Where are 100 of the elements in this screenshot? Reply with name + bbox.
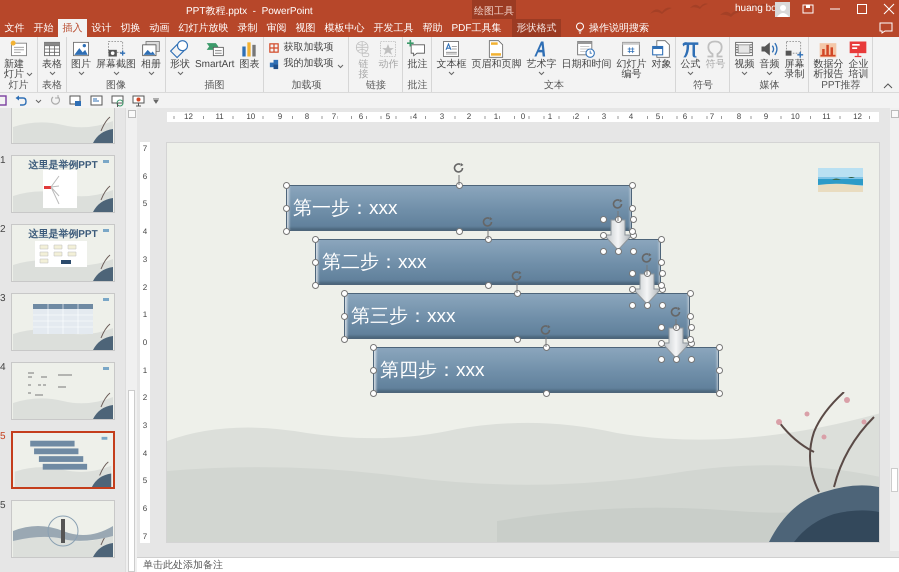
ruler-number: 11 bbox=[214, 112, 225, 122]
ribbon-button[interactable]: 屏幕录制 bbox=[782, 39, 806, 80]
ribbon-button[interactable]: 形状 bbox=[168, 39, 192, 76]
ruler-number: 4 bbox=[142, 448, 148, 458]
group-label: PPT推荐 bbox=[821, 81, 861, 91]
projector-icon[interactable] bbox=[132, 94, 145, 106]
resize-handle[interactable] bbox=[686, 290, 694, 296]
slide-thumbnail[interactable]: 这里是举例PPT bbox=[11, 224, 115, 282]
resize-handle[interactable] bbox=[716, 344, 722, 350]
rotate-handle-icon[interactable] bbox=[482, 217, 494, 239]
resize-handle[interactable] bbox=[282, 228, 290, 234]
ribbon-button[interactable]: 屏幕截图 bbox=[94, 39, 138, 76]
resize-handle[interactable] bbox=[628, 182, 636, 188]
ruler-number: 4 bbox=[412, 112, 418, 122]
group-label: 链接 bbox=[366, 81, 386, 91]
ribbon-tab[interactable]: 开始 bbox=[29, 19, 58, 37]
ribbon-tab[interactable]: 文件 bbox=[0, 19, 29, 37]
resize-handle[interactable] bbox=[312, 236, 318, 242]
ribbon-tab[interactable]: 切换 bbox=[116, 19, 145, 37]
ribbon-button[interactable]: 视频 bbox=[732, 39, 756, 76]
ribbon-button[interactable]: 日期和时间 bbox=[559, 39, 614, 70]
slide-number: 1 bbox=[0, 155, 7, 167]
ribbon-button[interactable]: 新建灯片 bbox=[2, 39, 35, 80]
undo-icon[interactable] bbox=[15, 95, 27, 106]
ruler-number: 3 bbox=[438, 112, 446, 122]
ruler-number: 9 bbox=[276, 112, 284, 122]
notes-placeholder[interactable]: 单击此处添加备注 bbox=[143, 558, 223, 572]
ruler-number: 10 bbox=[790, 112, 801, 122]
ribbon-button[interactable]: 企业培训 bbox=[846, 39, 870, 80]
resize-handle[interactable] bbox=[628, 286, 636, 292]
resize-handle[interactable] bbox=[370, 390, 376, 396]
ribbon-button[interactable]: 音频 bbox=[757, 39, 782, 76]
scrollbar[interactable] bbox=[125, 108, 137, 572]
ribbon-tab[interactable]: 模板中心 bbox=[320, 19, 369, 37]
resize-handle[interactable] bbox=[282, 182, 290, 188]
ribbon-button[interactable]: 幻灯片编号 bbox=[614, 39, 648, 80]
rotate-handle-icon[interactable] bbox=[612, 199, 624, 221]
resize-handle[interactable] bbox=[282, 204, 290, 212]
resize-handle[interactable] bbox=[340, 336, 348, 342]
ribbon-tab[interactable]: 动画 bbox=[145, 19, 174, 37]
ribbon-button[interactable]: 艺术字 bbox=[524, 39, 558, 76]
resize-handle[interactable] bbox=[658, 340, 664, 346]
group-label: 插图 bbox=[204, 81, 225, 91]
ribbon-button[interactable]: 图片 bbox=[69, 39, 93, 76]
search-field[interactable]: 操作说明搜索 bbox=[589, 22, 669, 34]
ruler-number: 2 bbox=[142, 393, 148, 402]
save-icon[interactable] bbox=[0, 95, 7, 106]
ribbon-tab[interactable]: 录制 bbox=[233, 19, 262, 37]
rotate-handle-icon[interactable] bbox=[511, 271, 523, 293]
ruler-number: 5 bbox=[142, 476, 148, 486]
resize-handle[interactable] bbox=[658, 236, 664, 242]
resize-handle[interactable] bbox=[600, 232, 606, 238]
ribbon-button[interactable]: 表格 bbox=[40, 39, 64, 76]
avatar-icon bbox=[775, 2, 790, 17]
close-icon[interactable] bbox=[883, 3, 895, 15]
ribbon-tab[interactable]: 设计 bbox=[87, 19, 116, 37]
ruler-number: 0 bbox=[142, 338, 148, 347]
tool-group-label: 绘图工具 bbox=[472, 0, 516, 19]
presenter-icon[interactable] bbox=[111, 94, 124, 106]
rotate-handle-icon[interactable] bbox=[453, 163, 465, 185]
ribbon-tab[interactable]: 开发工具 bbox=[369, 19, 418, 37]
rotate-handle-icon[interactable] bbox=[670, 307, 682, 329]
ribbon-button[interactable]: 获取加载项 bbox=[266, 42, 336, 54]
caret-icon bbox=[112, 71, 120, 76]
ribbon-tab[interactable]: 视图 bbox=[291, 19, 320, 37]
ribbon-button[interactable]: 页眉和页脚 bbox=[469, 39, 524, 70]
slide-thumbnail[interactable]: 这里是举例PPT bbox=[11, 155, 115, 213]
slide-show-icon[interactable] bbox=[90, 94, 103, 106]
resize-handle[interactable] bbox=[340, 290, 348, 296]
resize-handle[interactable] bbox=[312, 282, 318, 288]
comment-icon[interactable] bbox=[879, 22, 893, 34]
ribbon-button[interactable]: 文本框 bbox=[434, 39, 468, 76]
ribbon-tab[interactable]: 审阅 bbox=[262, 19, 291, 37]
from-start-icon[interactable] bbox=[69, 94, 82, 106]
ribbon-button[interactable]: 批注 bbox=[405, 39, 430, 70]
customize-icon[interactable] bbox=[153, 98, 159, 104]
ribbon-tab[interactable]: 插入 bbox=[58, 19, 87, 37]
rotate-handle-icon[interactable] bbox=[641, 253, 653, 275]
ribbon-tab[interactable]: 形状格式 bbox=[512, 19, 561, 37]
maximize-icon[interactable] bbox=[856, 3, 868, 15]
resize-handle[interactable] bbox=[370, 344, 376, 350]
scrollbar[interactable] bbox=[890, 108, 899, 551]
ribbon-tab[interactable]: 帮助 bbox=[418, 19, 447, 37]
ribbon-button[interactable]: 对象 bbox=[649, 39, 674, 70]
ribbon-button[interactable]: 数据分析报告 bbox=[811, 39, 846, 80]
ribbon-button[interactable]: 我的加载项 bbox=[266, 58, 346, 70]
collapse-icon[interactable] bbox=[883, 83, 893, 89]
ribbon-button[interactable]: 公式 bbox=[678, 39, 702, 76]
resize-handle[interactable] bbox=[312, 258, 318, 266]
resize-handle[interactable] bbox=[340, 312, 348, 320]
ribbon-tab[interactable]: PDF工具集 bbox=[447, 19, 506, 37]
ribbon-button[interactable]: 图表 bbox=[237, 39, 262, 70]
step-shape: 第四步：xxx bbox=[373, 347, 719, 393]
slide-number: 4 bbox=[0, 362, 7, 374]
rotate-handle-icon[interactable] bbox=[540, 325, 552, 347]
ribbon-display-icon[interactable] bbox=[802, 3, 814, 15]
resize-handle[interactable] bbox=[370, 366, 376, 374]
ribbon-button[interactable]: SmartArt bbox=[193, 39, 236, 70]
ribbon-button[interactable]: 相册 bbox=[139, 39, 163, 76]
ribbon-tab[interactable]: 幻灯片放映 bbox=[174, 19, 233, 37]
